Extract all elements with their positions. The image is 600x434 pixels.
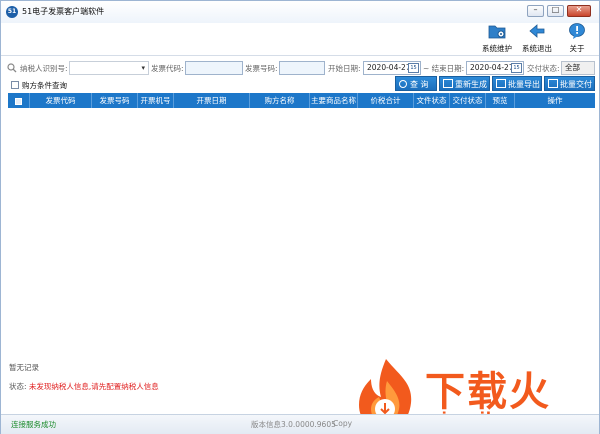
empty-message: 暂无记录 bbox=[9, 363, 39, 372]
column-header: 发票号码 bbox=[92, 93, 138, 108]
export-icon bbox=[496, 79, 506, 88]
batch-deliver-label: 批量交付 bbox=[560, 80, 592, 89]
system-maintenance-label: 系统维护 bbox=[482, 44, 512, 53]
select-all-column[interactable] bbox=[8, 93, 30, 108]
deliver-icon bbox=[548, 79, 558, 88]
select-all-checkbox[interactable] bbox=[15, 97, 22, 105]
window-title: 51电子发票客户端软件 bbox=[22, 7, 105, 16]
batch-export-label: 批量导出 bbox=[508, 80, 540, 89]
calendar-icon[interactable]: 15 bbox=[408, 63, 419, 73]
minimize-icon: – bbox=[533, 5, 538, 14]
connection-status: 连接服务成功 bbox=[11, 420, 56, 429]
filter-row: 纳税人识别号: ▾ 发票代码: 发票号码: 开始日期: 2020-04-27 1… bbox=[7, 60, 597, 76]
search-button[interactable]: 查 询 bbox=[395, 76, 437, 91]
buyer-conditions-checkbox[interactable] bbox=[11, 81, 19, 89]
close-icon: ✕ bbox=[575, 5, 583, 14]
regenerate-icon bbox=[443, 79, 453, 88]
chevron-down-icon: ▾ bbox=[141, 64, 145, 72]
start-date-label: 开始日期: bbox=[328, 64, 361, 73]
batch-export-button[interactable]: 批量导出 bbox=[492, 76, 542, 91]
app-window: 51 51电子发票客户端软件 – □ ✕ 系统维护 系统退出 关于 纳税人识别号… bbox=[0, 0, 600, 434]
column-header: 开票日期 bbox=[174, 93, 250, 108]
search-icon bbox=[399, 79, 407, 88]
invoice-number-label: 发票号码: bbox=[245, 64, 278, 73]
status-bar: 连接服务成功 版本信息3.0.0000.9605 Copy bbox=[1, 414, 599, 434]
delivery-status-select[interactable]: 全部 bbox=[561, 61, 595, 75]
column-header: 发票代码 bbox=[30, 93, 92, 108]
calendar-icon[interactable]: 15 bbox=[511, 63, 522, 73]
system-exit-button[interactable]: 系统退出 bbox=[521, 23, 553, 53]
version-info: 版本信息3.0.0000.9605 bbox=[251, 420, 336, 429]
status-value: 未发现纳税人信息,请先配置纳税人信息 bbox=[28, 382, 159, 391]
invoice-code-input[interactable] bbox=[185, 61, 243, 75]
regenerate-label: 重新生成 bbox=[455, 80, 487, 89]
taxpayer-id-select[interactable]: ▾ bbox=[69, 61, 149, 75]
column-header: 交付状态 bbox=[450, 93, 486, 108]
status-message: 状态: 未发现纳税人信息,请先配置纳税人信息 bbox=[9, 381, 159, 392]
invoice-table: 发票代码 发票号码 开票机号 开票日期 购方名称 主要商品名称 价税合计 文件状… bbox=[8, 93, 595, 353]
about-label: 关于 bbox=[569, 44, 585, 53]
info-bubble-icon bbox=[569, 23, 585, 39]
maximize-icon: □ bbox=[551, 5, 560, 14]
search-icon bbox=[7, 63, 17, 73]
search-button-label: 查 询 bbox=[410, 80, 429, 89]
title-bar: 51 51电子发票客户端软件 – □ ✕ bbox=[1, 1, 599, 23]
end-date-value: 2020-04-27 bbox=[470, 63, 514, 72]
column-header: 开票机号 bbox=[138, 93, 174, 108]
regenerate-button[interactable]: 重新生成 bbox=[439, 76, 490, 91]
folder-gear-icon bbox=[488, 25, 506, 39]
minimize-button[interactable]: – bbox=[527, 5, 544, 17]
buyer-conditions-label: 购方条件查询 bbox=[22, 81, 67, 90]
back-arrow-icon bbox=[529, 24, 545, 38]
system-maintenance-button[interactable]: 系统维护 bbox=[481, 23, 513, 53]
column-header: 价税合计 bbox=[358, 93, 414, 108]
about-button[interactable]: 关于 bbox=[561, 23, 593, 53]
column-header: 操作 bbox=[547, 96, 563, 105]
invoice-number-input[interactable] bbox=[279, 61, 325, 75]
maximize-button[interactable]: □ bbox=[547, 5, 564, 17]
copyright-text: Copy bbox=[333, 419, 353, 428]
toolbar: 系统维护 系统退出 关于 bbox=[481, 23, 593, 53]
column-header: 主要商品名称 bbox=[310, 93, 358, 108]
start-date-value: 2020-04-27 bbox=[367, 63, 411, 72]
taxpayer-id-label: 纳税人识别号: bbox=[20, 64, 68, 73]
column-header: 文件状态 bbox=[414, 93, 450, 108]
column-header: 预览 bbox=[486, 93, 515, 108]
invoice-code-label: 发票代码: bbox=[151, 64, 184, 73]
batch-deliver-button[interactable]: 批量交付 bbox=[544, 76, 595, 91]
status-label: 状态: bbox=[9, 382, 27, 391]
window-controls: – □ ✕ bbox=[527, 5, 591, 17]
table-header: 发票代码 发票号码 开票机号 开票日期 购方名称 主要商品名称 价税合计 文件状… bbox=[8, 93, 595, 108]
end-date-label: ~ 结束日期: bbox=[423, 64, 465, 73]
system-exit-label: 系统退出 bbox=[522, 44, 552, 53]
start-date-input[interactable]: 2020-04-27 15 bbox=[363, 61, 421, 75]
delivery-status-label: 交付状态: bbox=[527, 64, 560, 73]
search-form: 纳税人识别号: ▾ 发票代码: 发票号码: 开始日期: 2020-04-27 1… bbox=[1, 55, 599, 91]
app-logo-icon: 51 bbox=[6, 6, 18, 18]
column-header: 购方名称 bbox=[250, 93, 310, 108]
end-date-input[interactable]: 2020-04-27 15 bbox=[466, 61, 524, 75]
close-button[interactable]: ✕ bbox=[567, 5, 591, 17]
